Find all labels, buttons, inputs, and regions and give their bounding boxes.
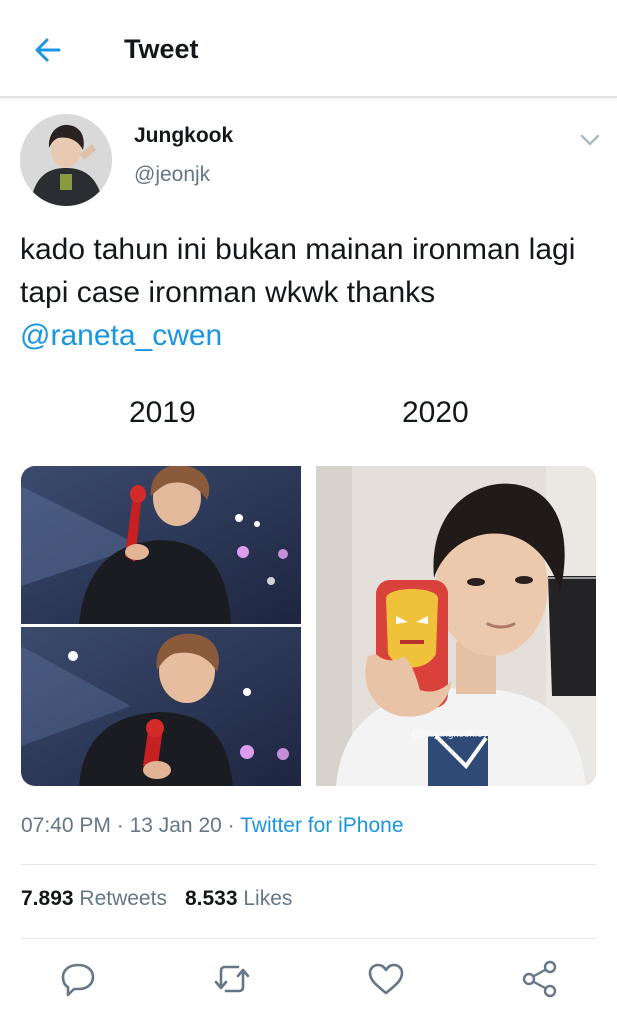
image-watermark: @btsjungkook.97 — [411, 729, 489, 740]
avatar[interactable] — [20, 114, 112, 206]
arrow-left-icon — [35, 38, 61, 62]
share-icon — [522, 960, 557, 998]
author-name[interactable]: Jungkook — [134, 124, 233, 148]
retweet-label: Retweets — [79, 887, 167, 910]
share-button[interactable] — [520, 955, 560, 1003]
tweet-time: 07:40 PM — [21, 814, 111, 837]
divider — [21, 864, 596, 865]
retweet-count: 7.893 — [21, 887, 74, 910]
tweet-image-right[interactable]: @btsjungkook.97 — [316, 466, 596, 786]
retweet-icon — [214, 965, 250, 993]
back-button[interactable] — [30, 32, 66, 68]
tweet-text: kado tahun ini bukan mainan ironman lagi… — [20, 228, 600, 357]
tweet-text-body: kado tahun ini bukan mainan ironman lagi… — [20, 233, 576, 309]
like-button[interactable] — [366, 955, 406, 1003]
action-bar — [0, 955, 617, 1003]
reply-icon — [61, 963, 95, 997]
tweet-date: 13 Jan 20 — [129, 814, 222, 837]
tweet-source-link[interactable]: Twitter for iPhone — [240, 814, 403, 837]
likes-stat[interactable]: 8.533 Likes — [185, 887, 292, 910]
tweet-menu-button[interactable] — [578, 130, 602, 150]
retweets-stat[interactable]: 7.893 Retweets — [21, 887, 167, 910]
mention-link[interactable]: @raneta_cwen — [20, 319, 222, 352]
reply-button[interactable] — [58, 955, 98, 1003]
retweet-button[interactable] — [212, 955, 252, 1003]
meta-separator: · — [110, 814, 130, 837]
page-title: Tweet — [124, 34, 199, 64]
like-label: Likes — [243, 887, 293, 910]
tweet-stats: 7.893 Retweets 8.533 Likes — [21, 887, 310, 911]
top-bar: Tweet — [0, 0, 617, 98]
tweet-meta: 07:40 PM · 13 Jan 20 · Twitter for iPhon… — [21, 814, 404, 838]
author-handle[interactable]: @jeonjk — [134, 163, 210, 187]
divider — [21, 938, 596, 939]
like-count: 8.533 — [184, 887, 238, 910]
year-label-left: 2019 — [129, 396, 196, 429]
chevron-down-icon — [580, 134, 600, 146]
year-label-right: 2020 — [402, 396, 469, 429]
meta-separator: · — [221, 814, 241, 837]
tweet-image-left[interactable] — [21, 466, 301, 786]
heart-icon — [368, 963, 404, 995]
